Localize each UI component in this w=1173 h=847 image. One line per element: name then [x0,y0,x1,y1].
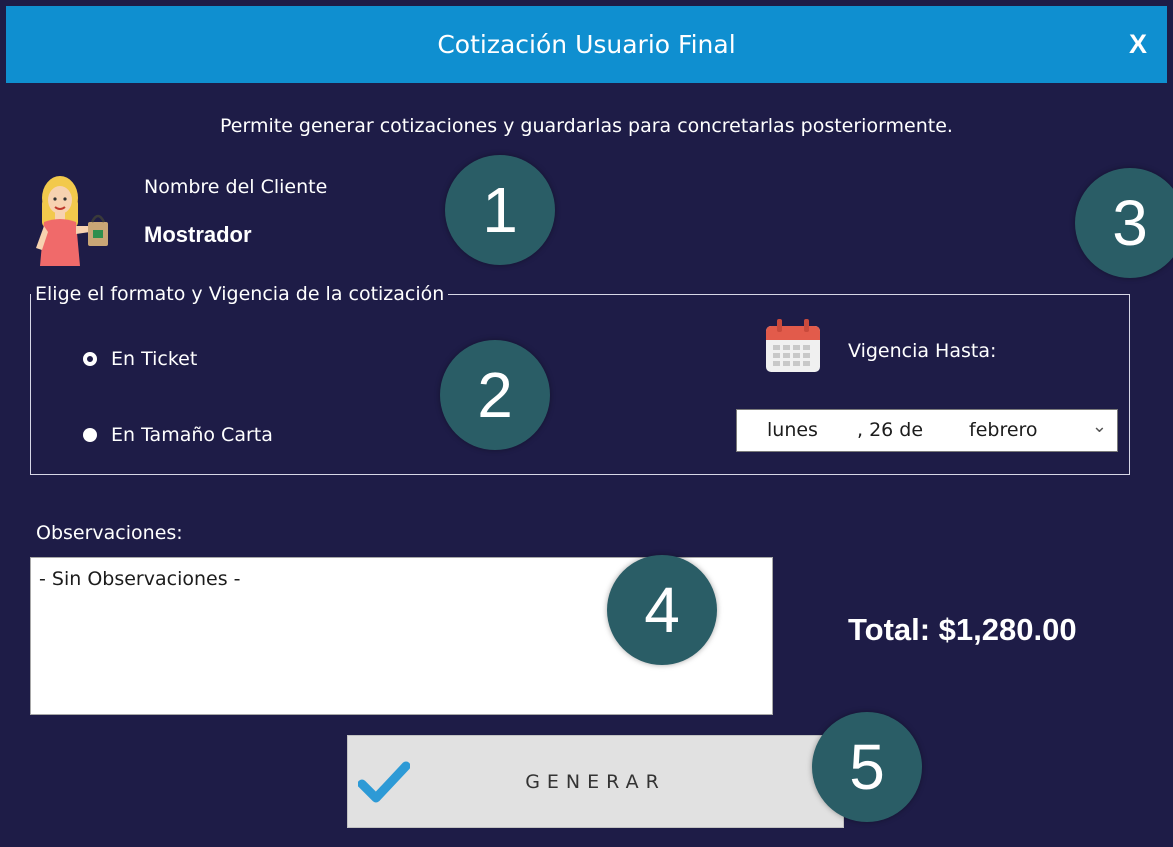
generate-button[interactable]: GENERAR [347,735,844,828]
radio-tamano-carta-label: En Tamaño Carta [111,424,273,446]
close-button[interactable]: X [1129,6,1147,83]
radio-tamano-carta[interactable]: En Tamaño Carta [83,424,273,446]
date-day: , 26 de [857,419,924,441]
step-badge-1: 1 [445,155,555,265]
radio-unchecked-icon [83,428,97,442]
radio-en-ticket-label: En Ticket [111,348,198,370]
format-group-legend: Elige el formato y Vigencia de la cotiza… [35,283,445,305]
calendar-icon [764,318,822,374]
step-badge-5: 5 [812,712,922,822]
title-bar: Cotización Usuario Final X [6,6,1167,83]
customer-shopping-icon [30,170,110,270]
description-text: Permite generar cotizaciones y guardarla… [220,115,953,137]
date-weekday: lunes [767,419,818,441]
chevron-down-icon[interactable]: ⌄ [1092,416,1107,437]
client-name-label: Nombre del Cliente [144,176,328,198]
step-badge-3: 3 [1075,168,1173,278]
radio-en-ticket[interactable]: En Ticket [83,348,197,370]
window-title: Cotización Usuario Final [437,30,736,59]
validity-label: Vigencia Hasta: [848,340,997,362]
client-name-value: Mostrador [144,222,252,247]
generate-button-label: GENERAR [525,771,666,793]
validity-date-picker[interactable]: lunes , 26 de febrero ⌄ [736,409,1118,452]
total-amount: Total: $1,280.00 [848,612,1077,647]
step-badge-4: 4 [607,555,717,665]
step-badge-2: 2 [440,340,550,450]
observations-label: Observaciones: [36,522,183,544]
date-month: febrero [969,419,1038,441]
radio-checked-icon [83,352,97,366]
